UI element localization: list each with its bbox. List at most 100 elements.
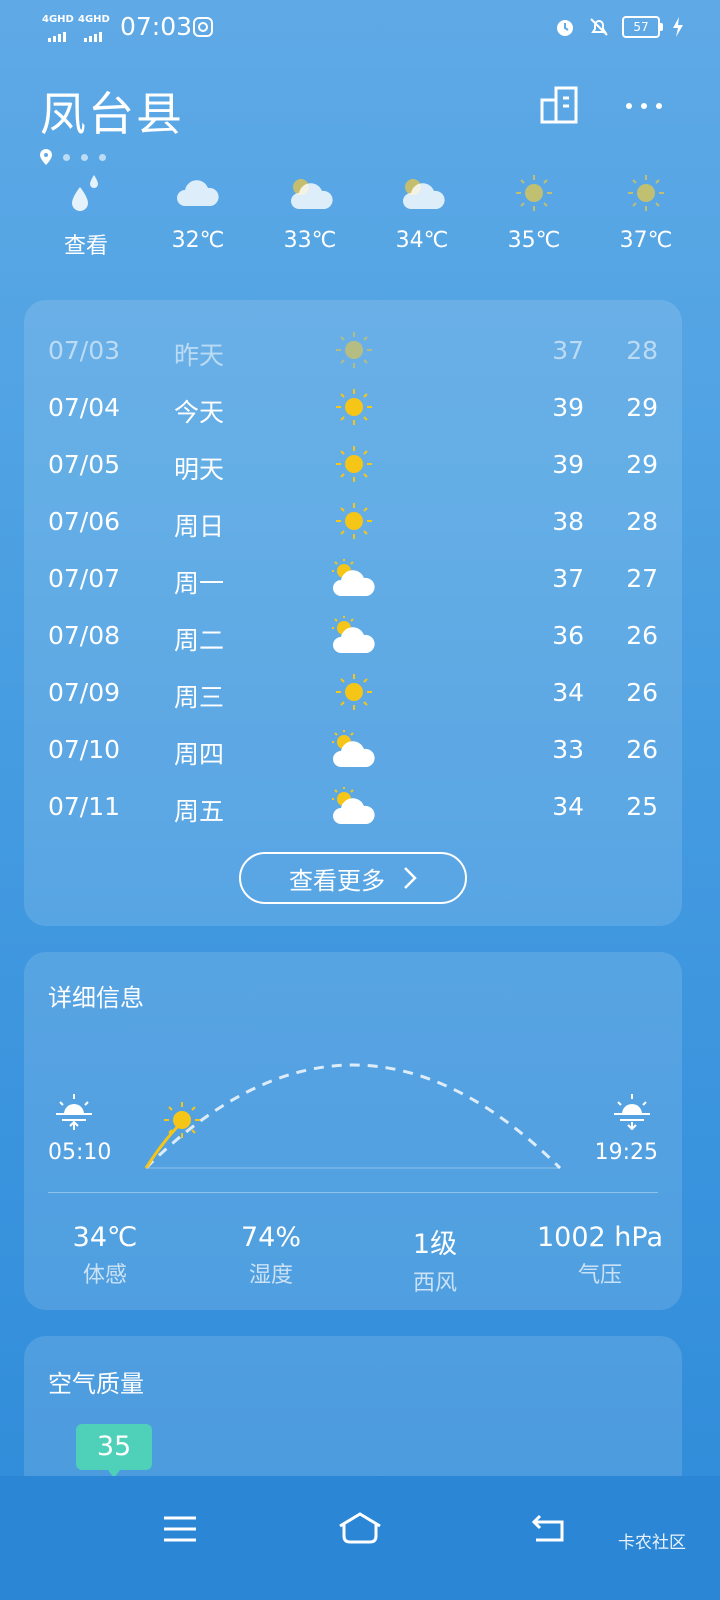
- forecast-day: 周一: [174, 569, 225, 598]
- forecast-day: 今天: [174, 398, 225, 427]
- hourly-item[interactable]: 34℃: [366, 170, 478, 260]
- menu-icon[interactable]: [162, 1514, 198, 1544]
- forecast-day: 周三: [174, 683, 225, 712]
- charging-icon: [673, 17, 683, 37]
- sunset-time: 19:25: [594, 1140, 658, 1165]
- forecast-low: 26: [626, 735, 658, 764]
- forecast-high: 38: [552, 507, 584, 536]
- hourly-label: 37℃: [619, 228, 673, 253]
- forecast-day: 周二: [174, 626, 225, 655]
- location-pin-icon: [40, 148, 52, 165]
- forecast-row[interactable]: 07/08 周二 36 26: [24, 607, 682, 663]
- forecast-date: 07/08: [48, 621, 121, 650]
- hourly-item[interactable]: 37℃: [590, 170, 702, 260]
- forecast-row[interactable]: 07/10 周四 33 26: [24, 721, 682, 777]
- forecast-row[interactable]: 07/06 周日 38 28: [24, 493, 682, 549]
- air-quality-title: 空气质量: [48, 1370, 144, 1398]
- hourly-item[interactable]: 查看: [30, 170, 142, 260]
- hourly-item[interactable]: 32℃: [142, 170, 254, 260]
- rain-drops-icon: [72, 175, 98, 211]
- forecast-date: 07/07: [48, 564, 121, 593]
- detail-card: 详细信息 05:10 19:25 34℃ 体感 74% 湿度 1级 西风 100…: [24, 952, 682, 1310]
- more-dots-icon: [626, 103, 662, 109]
- forecast-row[interactable]: 07/03 昨天 37 28: [24, 322, 682, 378]
- forecast-day: 周五: [174, 797, 225, 826]
- partly-cloudy-icon: [403, 179, 445, 209]
- forecast-high: 34: [552, 678, 584, 707]
- view-more-button[interactable]: 查看更多: [239, 852, 467, 904]
- forecast-high: 39: [552, 450, 584, 479]
- forecast-row[interactable]: 07/07 周一 37 27: [24, 550, 682, 606]
- forecast-low: 28: [626, 507, 658, 536]
- sun-icon: [336, 332, 372, 368]
- metric-value: 1级: [412, 1229, 458, 1260]
- forecast-row[interactable]: 07/04 今天 39 29: [24, 379, 682, 435]
- more-options-button[interactable]: [622, 84, 666, 128]
- cloud-icon: [177, 180, 219, 206]
- sun-icon: [628, 175, 664, 211]
- forecast-low: 27: [626, 564, 658, 593]
- forecast-low: 26: [626, 621, 658, 650]
- city-manage-button[interactable]: [538, 84, 582, 128]
- partly-cloudy-icon: [332, 730, 375, 767]
- sun-arc: [144, 1063, 562, 1170]
- forecast-low: 26: [626, 678, 658, 707]
- hourly-label: 查看: [63, 234, 108, 259]
- metric-label: 气压: [577, 1263, 622, 1288]
- forecast-day: 周日: [174, 512, 225, 541]
- forecast-high: 39: [552, 393, 584, 422]
- forecast-row[interactable]: 07/11 周五 34 25: [24, 778, 682, 834]
- hourly-label: 33℃: [283, 228, 337, 253]
- forecast-date: 07/06: [48, 507, 121, 536]
- city-name[interactable]: 凤台县: [40, 78, 184, 144]
- home-icon[interactable]: [336, 1510, 384, 1546]
- app-notification-icon: [193, 17, 213, 37]
- forecast-date: 07/03: [48, 336, 121, 365]
- partly-cloudy-icon: [332, 559, 375, 596]
- forecast-low: 25: [626, 792, 658, 821]
- sun-icon: [336, 389, 372, 425]
- daily-forecast-card: 07/03 昨天 37 28 07/04 今天 39 29 07/05 明天 3…: [24, 300, 682, 926]
- battery-indicator: 57: [622, 16, 663, 38]
- forecast-date: 07/09: [48, 678, 121, 707]
- sun-position-icon: [164, 1102, 200, 1138]
- forecast-low: 28: [626, 336, 658, 365]
- forecast-day: 昨天: [174, 341, 225, 370]
- partly-cloudy-icon: [291, 179, 333, 209]
- forecast-high: 37: [552, 564, 584, 593]
- metric-humidity: 74% 湿度: [196, 1222, 346, 1289]
- sunrise-time: 05:10: [48, 1140, 112, 1165]
- sun-icon: [336, 503, 372, 539]
- buildings-icon: [540, 86, 578, 124]
- hourly-item[interactable]: 33℃: [254, 170, 366, 260]
- forecast-row[interactable]: 07/05 明天 39 29: [24, 436, 682, 492]
- detail-title: 详细信息: [48, 984, 144, 1012]
- metric-label: 体感: [82, 1263, 127, 1288]
- forecast-high: 36: [552, 621, 584, 650]
- watermark: 卡农社区: [618, 1533, 686, 1553]
- forecast-date: 07/05: [48, 450, 121, 479]
- signal-label-2: 4GHD: [78, 14, 110, 25]
- hourly-item[interactable]: 35℃: [478, 170, 590, 260]
- forecast-date: 07/04: [48, 393, 121, 422]
- aqi-badge: 35: [76, 1424, 152, 1478]
- view-more-label: 查看更多: [289, 866, 385, 895]
- sun-icon: [336, 446, 372, 482]
- signal-bars-icon: [48, 26, 68, 42]
- forecast-date: 07/11: [48, 792, 121, 821]
- status-right-icons: 57: [554, 12, 684, 42]
- hourly-label: 35℃: [507, 228, 561, 253]
- sun-icon: [336, 674, 372, 710]
- forecast-low: 29: [626, 393, 658, 422]
- partly-cloudy-icon: [332, 787, 375, 824]
- forecast-row[interactable]: 07/09 周三 34 26: [24, 664, 682, 720]
- sunset-icon: [614, 1094, 650, 1130]
- status-time: 07:03: [120, 12, 193, 41]
- metric-label: 西风: [412, 1271, 457, 1296]
- sun-icon: [516, 175, 552, 211]
- air-quality-card[interactable]: 空气质量 35: [24, 1336, 682, 1496]
- detail-divider: [48, 1192, 658, 1193]
- hourly-forecast[interactable]: 查看 32℃ 33℃ 34℃ 35℃ 37℃: [30, 170, 720, 260]
- forecast-low: 29: [626, 450, 658, 479]
- back-icon[interactable]: [530, 1512, 566, 1544]
